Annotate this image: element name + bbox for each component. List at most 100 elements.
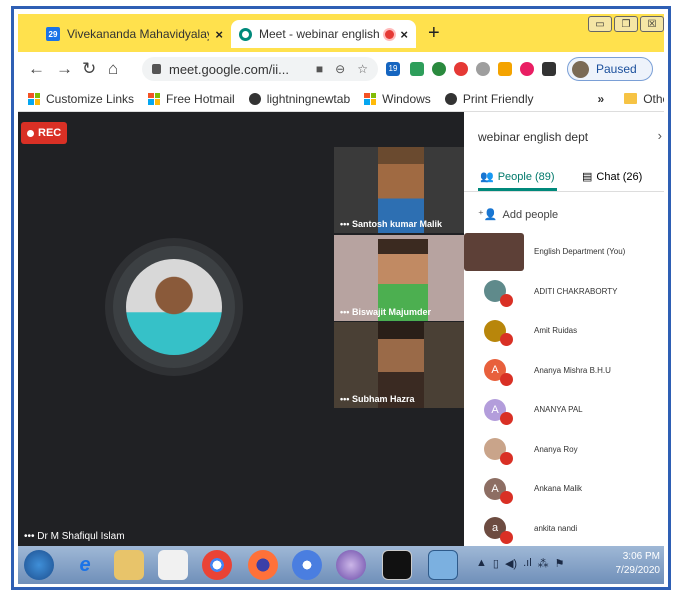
people-panel: webinar english dept › 👥 People (89) ▤ C… bbox=[464, 112, 664, 546]
panel-tabs: 👥 People (89) ▤ Chat (26) bbox=[464, 164, 664, 192]
bookmark-print-friendly[interactable]: Print Friendly bbox=[444, 91, 534, 106]
participant-row[interactable]: A ANANYA PAL bbox=[464, 390, 664, 430]
bookmark-free-hotmail[interactable]: Free Hotmail bbox=[148, 92, 235, 106]
participant-row[interactable]: Amit Ruidas bbox=[464, 311, 664, 351]
participant-row[interactable]: a ankita nandi bbox=[464, 509, 664, 549]
more-dots-icon: ••• bbox=[340, 307, 352, 317]
opera-icon[interactable] bbox=[454, 62, 468, 76]
participant-tile[interactable]: ••• Biswajit Majumder bbox=[334, 235, 464, 321]
participant-row[interactable]: A Ananya Mishra B.H.U bbox=[464, 351, 664, 391]
recording-badge: REC bbox=[21, 122, 67, 144]
back-icon[interactable]: ← bbox=[28, 59, 45, 79]
tab-meet[interactable]: Meet - webinar english dept × bbox=[231, 20, 416, 48]
profile-button[interactable]: Paused bbox=[567, 57, 653, 81]
avatar bbox=[572, 60, 589, 78]
bookmark-windows[interactable]: Windows bbox=[364, 92, 431, 106]
window-controls: ▭ ❐ ☒ bbox=[588, 16, 664, 32]
url-field[interactable]: meet.google.com/ii... ■ ⊖ ☆ bbox=[142, 57, 378, 81]
browser-icon[interactable] bbox=[336, 550, 366, 580]
command-prompt-icon[interactable] bbox=[382, 550, 412, 580]
participant-row[interactable]: ADITI CHAKRABORTY bbox=[464, 272, 664, 312]
minimize-button[interactable]: ▭ bbox=[588, 16, 612, 32]
participant-name: ••• Subham Hazra bbox=[340, 394, 415, 404]
tab-vivekananda[interactable]: 29 Vivekananda Mahavidyalaya - Ca × bbox=[38, 20, 231, 48]
microsoft-icon bbox=[28, 92, 40, 105]
drive-icon[interactable] bbox=[410, 62, 424, 76]
media-player-icon[interactable] bbox=[158, 550, 188, 580]
participant-row[interactable]: English Department (You) bbox=[464, 232, 664, 272]
battery-icon[interactable]: ▯ bbox=[493, 557, 499, 570]
tab-title: Vivekananda Mahavidyalaya - Ca bbox=[67, 27, 209, 41]
bookmarks-overflow-button[interactable]: » bbox=[598, 92, 605, 106]
clock-time: 3:06 PM bbox=[622, 551, 660, 562]
zoom-icon[interactable]: ⊖ bbox=[335, 62, 345, 76]
volume-icon[interactable]: ◀) bbox=[505, 557, 517, 570]
main-speaker-name: ••• Dr M Shafiqul Islam bbox=[24, 531, 125, 542]
url-text: meet.google.com/ii... bbox=[169, 61, 289, 77]
more-dots-icon: ••• bbox=[24, 531, 38, 542]
globe-icon bbox=[248, 92, 261, 105]
mic-off-icon bbox=[500, 491, 513, 504]
app-icon[interactable] bbox=[292, 550, 322, 580]
bookmark-label: Customize Links bbox=[46, 91, 135, 106]
profile-status: Paused bbox=[596, 62, 637, 76]
add-person-icon: ⁺👤 bbox=[478, 209, 498, 221]
other-bookmarks-folder[interactable]: Other bookmarl bbox=[624, 92, 664, 106]
close-panel-icon[interactable]: › bbox=[658, 128, 662, 143]
mic-off-icon bbox=[500, 530, 513, 544]
chrome-icon[interactable] bbox=[202, 550, 232, 580]
reload-icon[interactable]: ↻ bbox=[82, 59, 96, 79]
add-people-button[interactable]: ⁺👤 Add people bbox=[478, 208, 559, 222]
close-tab-icon[interactable]: × bbox=[215, 27, 223, 42]
participant-name: ADITI CHAKRABORTY bbox=[534, 286, 618, 296]
participant-tile[interactable]: ••• Santosh kumar Malik bbox=[334, 147, 464, 233]
evernote-icon[interactable] bbox=[432, 62, 446, 76]
mic-off-icon bbox=[500, 412, 513, 425]
forward-icon[interactable]: → bbox=[56, 59, 73, 79]
bookmark-lightningnewtab[interactable]: lightningnewtab bbox=[248, 91, 351, 106]
home-icon[interactable]: ⌂ bbox=[108, 59, 118, 79]
extension-icon[interactable] bbox=[498, 62, 512, 76]
meet-icon bbox=[239, 27, 252, 41]
mic-off-icon bbox=[500, 451, 513, 465]
internet-explorer-icon[interactable]: e bbox=[70, 550, 100, 580]
bookmark-label: lightningnewtab bbox=[266, 91, 351, 106]
folder-icon bbox=[624, 93, 638, 104]
show-hidden-icons-icon[interactable]: ▲ bbox=[476, 557, 487, 570]
system-tray: ▲ ▯ ◀) .ıl ⁂ ⚑ bbox=[476, 557, 565, 570]
extension-badge-icon[interactable]: 19 bbox=[386, 62, 400, 76]
file-explorer-icon[interactable] bbox=[114, 550, 144, 580]
participant-row[interactable]: A Ankana Malik bbox=[464, 469, 664, 509]
camera-icon[interactable]: ■ bbox=[316, 62, 323, 76]
star-icon[interactable]: ☆ bbox=[357, 62, 368, 76]
recording-indicator-icon bbox=[385, 29, 395, 39]
new-tab-button[interactable]: + bbox=[428, 23, 440, 43]
microsoft-icon bbox=[148, 92, 161, 105]
maximize-button[interactable]: ❐ bbox=[614, 16, 638, 32]
chat-icon: ▤ bbox=[582, 171, 593, 183]
participant-name: Ananya Mishra B.H.U bbox=[534, 365, 611, 375]
participant-row[interactable]: Ananya Roy bbox=[464, 430, 664, 470]
clock[interactable]: 3:06 PM 7/29/2020 bbox=[616, 550, 661, 578]
target-icon[interactable] bbox=[520, 62, 534, 76]
participant-name: Ananya Roy bbox=[534, 444, 578, 454]
close-tab-icon[interactable]: × bbox=[400, 27, 408, 42]
tab-people[interactable]: 👥 People (89) bbox=[478, 170, 557, 191]
remote-desktop-icon[interactable] bbox=[428, 550, 458, 580]
flag-icon[interactable]: ⚑ bbox=[555, 557, 565, 570]
tab-chat[interactable]: ▤ Chat (26) bbox=[582, 170, 642, 184]
people-icon: 👥 bbox=[480, 171, 494, 183]
bookmark-label: Print Friendly bbox=[462, 91, 534, 106]
close-window-button[interactable]: ☒ bbox=[640, 16, 664, 32]
add-people-label: Add people bbox=[502, 208, 559, 221]
puzzle-icon[interactable] bbox=[542, 62, 556, 76]
firefox-icon[interactable] bbox=[248, 550, 278, 580]
mic-off-icon bbox=[500, 293, 513, 307]
network-icon[interactable]: ⁂ bbox=[538, 557, 549, 570]
start-button[interactable] bbox=[24, 550, 54, 580]
participant-tile[interactable]: ••• Subham Hazra bbox=[334, 322, 464, 408]
main-speaker-avatar bbox=[113, 246, 235, 368]
signal-icon[interactable]: .ıl bbox=[523, 557, 532, 570]
gear-icon[interactable] bbox=[476, 62, 490, 76]
bookmark-customize-links[interactable]: Customize Links bbox=[28, 92, 134, 106]
